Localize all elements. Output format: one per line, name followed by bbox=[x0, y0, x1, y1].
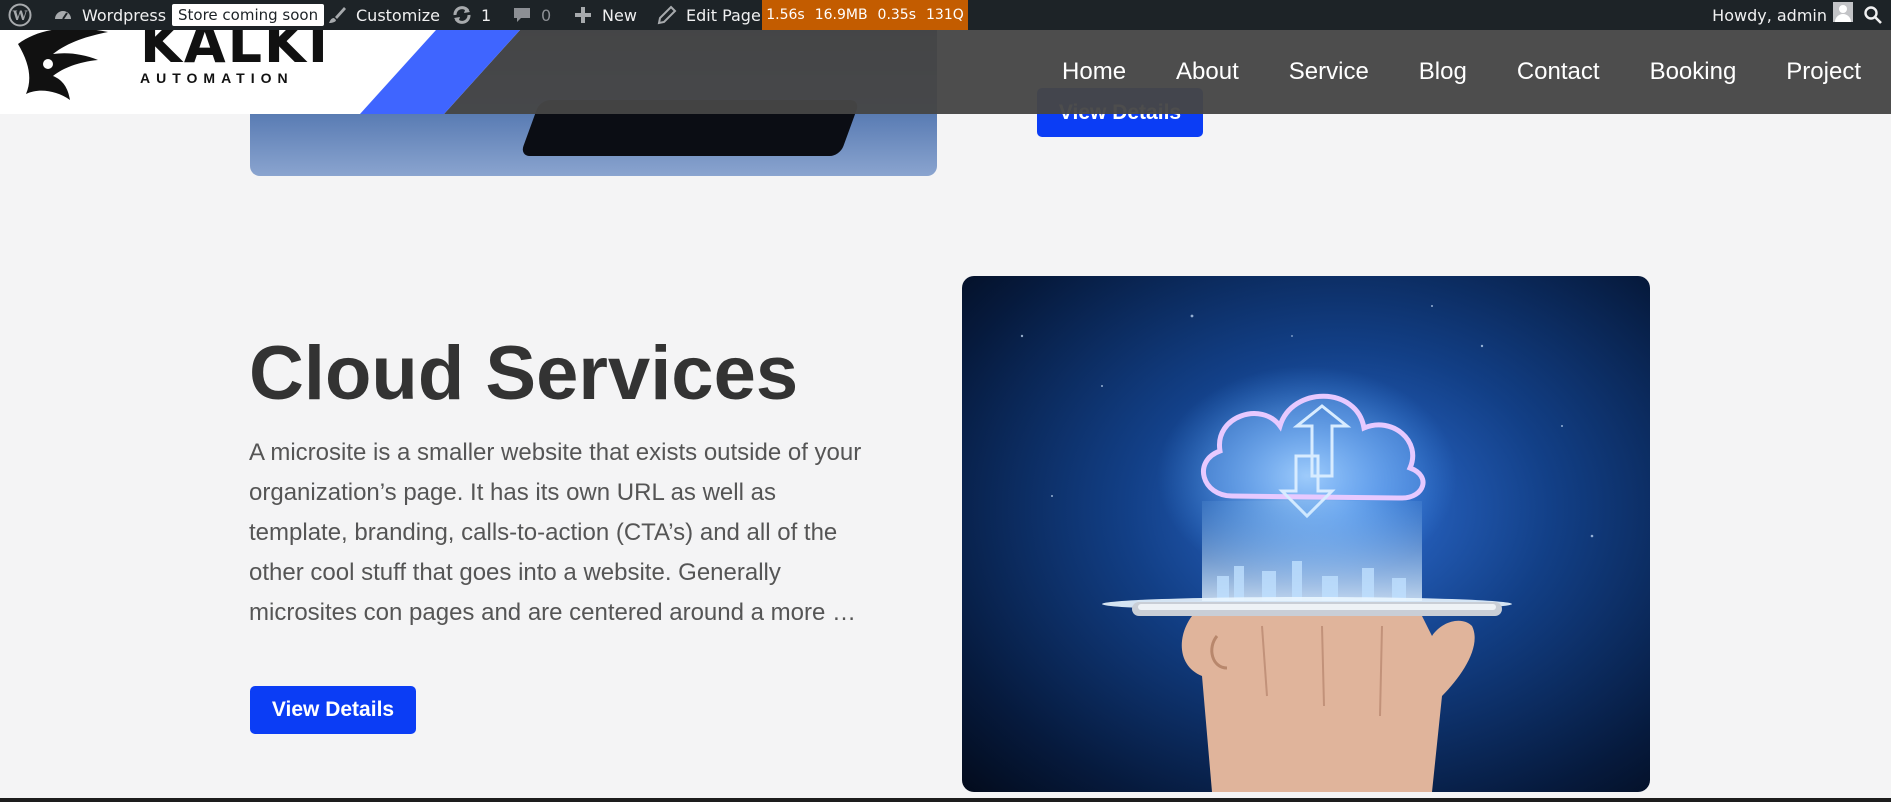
main-nav: Home About Service Blog Contact Booking … bbox=[1037, 30, 1891, 114]
nav-project[interactable]: Project bbox=[1786, 58, 1861, 86]
comments-link[interactable]: 0 bbox=[511, 0, 551, 30]
nav-booking[interactable]: Booking bbox=[1650, 58, 1737, 86]
nav-service[interactable]: Service bbox=[1289, 58, 1369, 86]
comment-icon bbox=[511, 4, 533, 26]
nav-about[interactable]: About bbox=[1176, 58, 1239, 86]
cloud-services-image bbox=[962, 276, 1650, 792]
store-badge-label: Store coming soon bbox=[172, 4, 325, 26]
qm-memory: 16.9MB bbox=[814, 7, 868, 23]
edit-page-label: Edit Page bbox=[686, 5, 761, 25]
logo-subtext: AUTOMATION bbox=[140, 70, 294, 86]
nav-blog[interactable]: Blog bbox=[1419, 58, 1467, 86]
view-details-button[interactable]: View Details bbox=[250, 686, 416, 734]
edit-page-link[interactable]: Edit Page bbox=[656, 0, 761, 30]
plus-icon bbox=[572, 4, 594, 26]
site-header: KALKI AUTOMATION Home About Service Blog… bbox=[0, 30, 1891, 114]
avatar[interactable] bbox=[1833, 2, 1853, 22]
updates-icon bbox=[451, 4, 473, 26]
qm-query-count: 131Q bbox=[926, 7, 964, 23]
nav-home[interactable]: Home bbox=[1062, 58, 1126, 86]
comments-count: 0 bbox=[541, 5, 552, 25]
query-monitor-stats[interactable]: 1.56s 16.9MB 0.35s 131Q bbox=[762, 0, 968, 30]
dashboard-icon bbox=[52, 4, 74, 26]
site-name-menu[interactable]: Wordpress bbox=[52, 0, 166, 30]
service-description: A microsite is a smaller website that ex… bbox=[249, 439, 862, 626]
svg-text:W: W bbox=[12, 9, 28, 24]
site-name: Wordpress bbox=[82, 5, 167, 25]
qm-db-time: 0.35s bbox=[877, 7, 917, 23]
search-icon[interactable] bbox=[1863, 5, 1883, 25]
admin-bar: W Wordpress Store coming soon Customize … bbox=[0, 0, 1891, 30]
customize-label: Customize bbox=[356, 5, 440, 25]
new-content-link[interactable]: New bbox=[572, 0, 637, 30]
store-status-badge[interactable]: Store coming soon bbox=[172, 0, 325, 30]
nav-contact[interactable]: Contact bbox=[1517, 58, 1600, 86]
qm-page-time: 1.56s bbox=[766, 7, 805, 23]
service-title: Cloud Services bbox=[249, 331, 799, 416]
updates-count: 1 bbox=[481, 5, 492, 25]
customize-link[interactable]: Customize bbox=[326, 0, 440, 30]
kalki-logo-icon bbox=[18, 30, 108, 100]
wordpress-logo-icon[interactable]: W bbox=[8, 0, 32, 30]
cloud-hand-illustration bbox=[1020, 305, 1594, 792]
pencil-icon bbox=[656, 4, 678, 26]
account-menu[interactable]: Howdy, admin bbox=[1712, 0, 1827, 30]
howdy-label: Howdy, admin bbox=[1712, 5, 1827, 25]
paintbrush-icon bbox=[326, 4, 348, 26]
new-label: New bbox=[602, 5, 637, 25]
updates-link[interactable]: 1 bbox=[451, 0, 491, 30]
bottom-divider bbox=[0, 798, 1891, 802]
